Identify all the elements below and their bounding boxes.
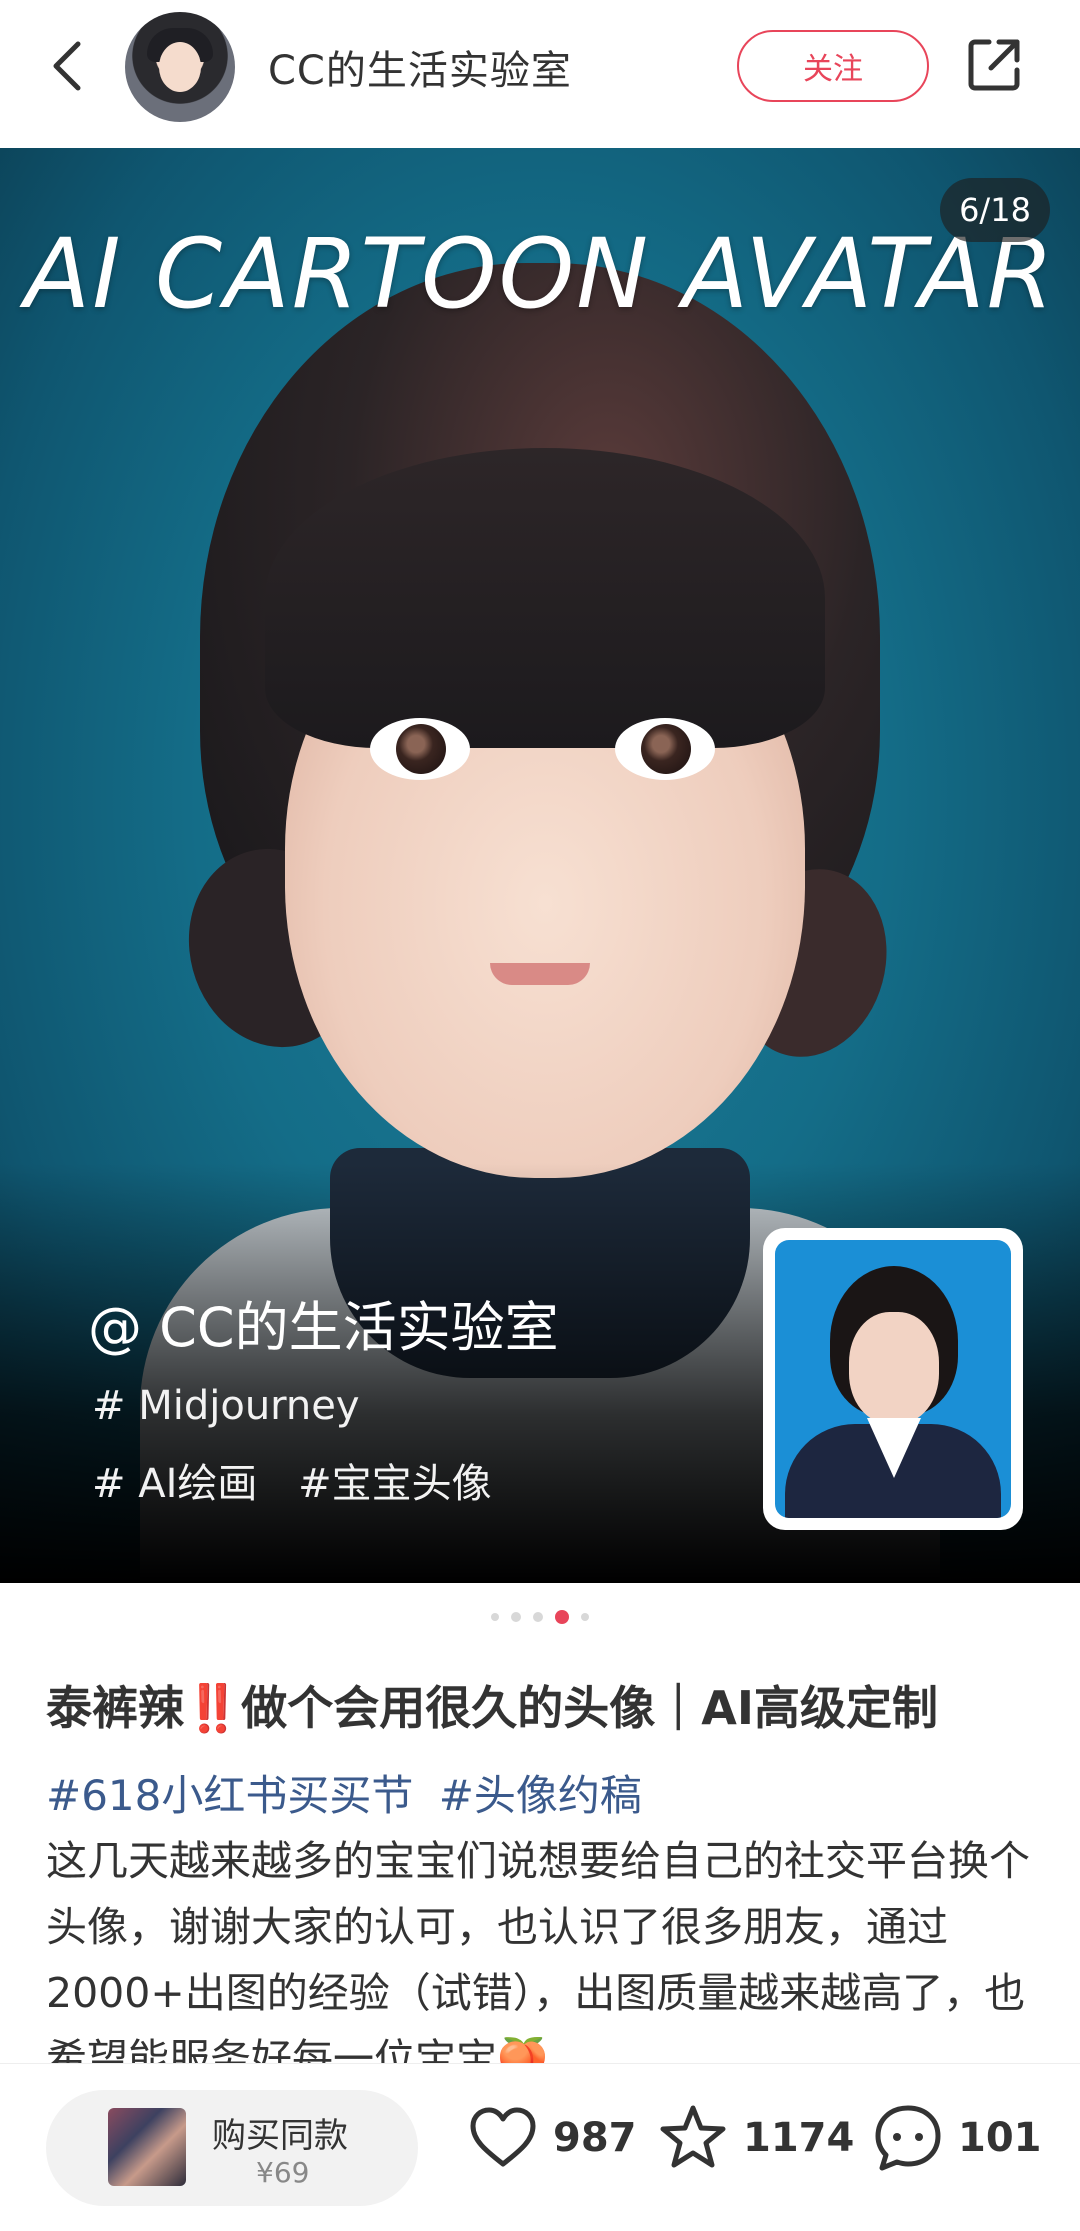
hashtag-link[interactable]: #头像约稿: [439, 1771, 642, 1820]
image-title: AI CARTOON AVATAR: [24, 218, 1056, 330]
post-image-carousel[interactable]: AI CARTOON AVATAR 6/18 @ CC的生活实验室 # Midj…: [0, 148, 1080, 1583]
comment-button[interactable]: 101: [870, 2100, 1042, 2176]
product-thumbnail: [108, 2108, 186, 2186]
image-watermark: @ CC的生活实验室: [88, 1296, 559, 1359]
favorite-count: 1174: [743, 2115, 855, 2161]
carousel-dot-active: [555, 1610, 569, 1624]
star-icon: [660, 2105, 726, 2168]
image-page-counter: 6/18: [940, 178, 1050, 242]
image-tag-line: # Midjourney: [92, 1383, 360, 1429]
reference-photo: [763, 1228, 1023, 1530]
carousel-indicator: [0, 1610, 1080, 1624]
hashtag-link[interactable]: #618小红书买买节: [46, 1771, 413, 1820]
post-title: 泰裤辣‼️做个会用很久的头像｜AI高级定制: [46, 1681, 938, 1735]
carousel-dot: [533, 1612, 543, 1622]
like-count: 987: [553, 2115, 637, 2161]
like-button[interactable]: 987: [465, 2100, 637, 2176]
buy-same-price: ¥69: [256, 2156, 310, 2189]
comment-count: 101: [958, 2115, 1042, 2161]
buy-same-label: 购买同款: [212, 2116, 348, 2156]
heart-icon: [470, 2107, 536, 2167]
share-icon[interactable]: [965, 36, 1023, 94]
carousel-dot: [511, 1612, 521, 1622]
post-body-text: 这几天越来越多的宝宝们说想要给自己的社交平台换个头像，谢谢大家的认可，也认识了很…: [46, 1837, 1030, 2063]
follow-button[interactable]: 关注: [737, 30, 929, 102]
carousel-dot: [491, 1613, 499, 1621]
author-avatar[interactable]: [125, 12, 235, 122]
favorite-button[interactable]: 1174: [655, 2100, 854, 2176]
image-tag-line: # AI绘画 #宝宝头像: [92, 1461, 492, 1507]
buy-same-button[interactable]: 购买同款 ¥69: [46, 2090, 418, 2206]
back-icon[interactable]: [40, 36, 96, 96]
top-nav-bar: CC的生活实验室 关注: [0, 0, 1080, 148]
comment-icon: [875, 2105, 941, 2171]
carousel-dot: [581, 1613, 589, 1621]
bottom-action-bar: 购买同款 ¥69 987 1174 101: [0, 2063, 1080, 2231]
author-name[interactable]: CC的生活实验室: [268, 38, 572, 96]
post-hashtags: #618小红书买买节 #头像约稿: [46, 1762, 654, 1823]
